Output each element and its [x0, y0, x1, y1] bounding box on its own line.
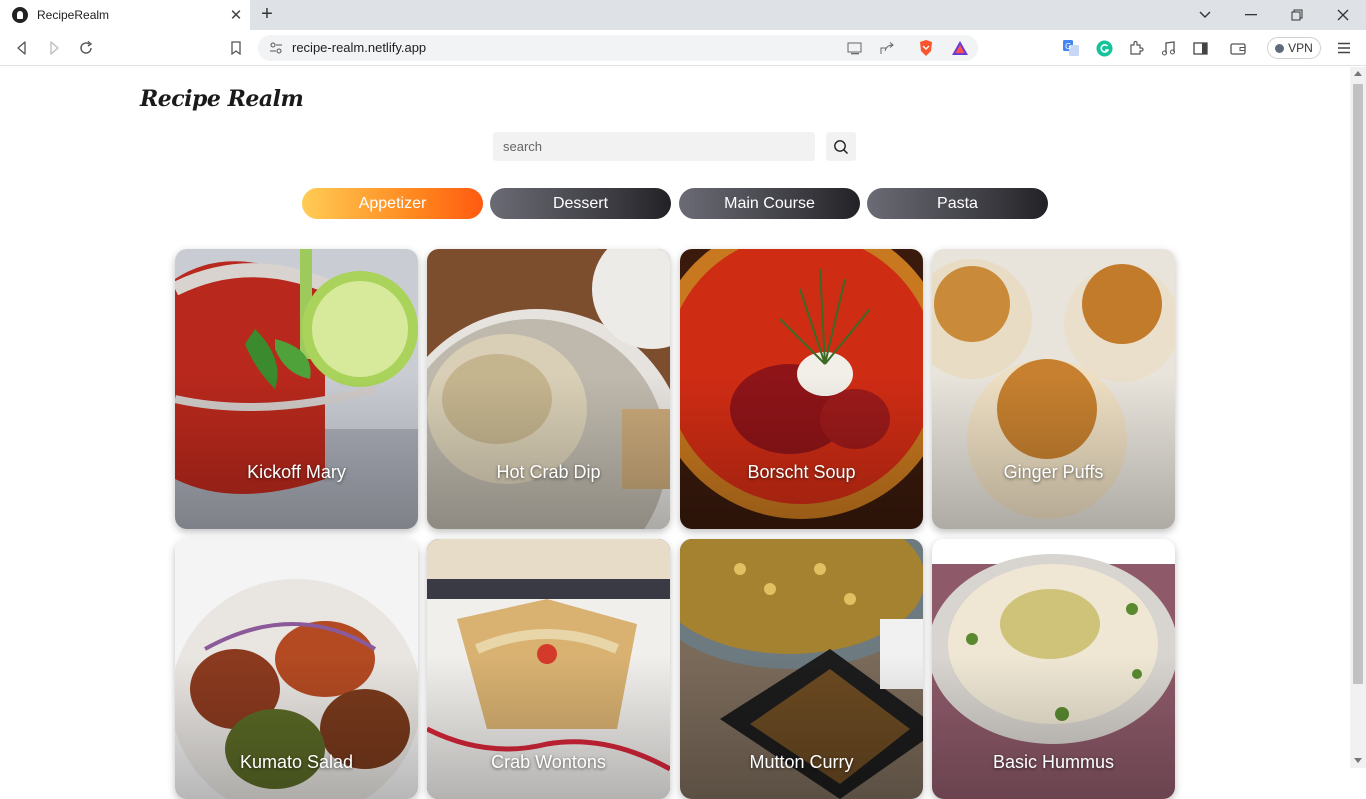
menu-icon[interactable] [1334, 38, 1354, 58]
recipe-card[interactable]: Basic Hummus [932, 539, 1175, 799]
new-tab-button[interactable]: + [255, 3, 279, 27]
translate-icon[interactable]: G [1061, 38, 1081, 58]
recipe-card[interactable]: Kumato Salad [175, 539, 418, 799]
forward-icon[interactable] [44, 38, 64, 58]
recipe-title: Ginger Puffs [1003, 462, 1104, 482]
vpn-label: VPN [1288, 41, 1313, 55]
card-overlay [427, 375, 670, 529]
recipe-card[interactable]: Borscht Soup [680, 249, 923, 529]
svg-text:G: G [1065, 42, 1071, 51]
search-input[interactable] [493, 132, 815, 161]
card-overlay [175, 656, 418, 799]
scroll-up-arrow-icon[interactable] [1354, 71, 1362, 76]
page-scrollbar[interactable] [1350, 67, 1366, 768]
card-overlay [175, 375, 418, 529]
recipe-card[interactable]: Mutton Curry [680, 539, 923, 799]
scroll-thumb[interactable] [1353, 84, 1363, 684]
recipe-card[interactable]: Kickoff Mary [175, 249, 418, 529]
category-pasta[interactable]: Pasta [867, 188, 1048, 219]
tab-title: RecipeRealm [37, 8, 110, 22]
restore-icon[interactable] [1274, 0, 1320, 30]
recipe-card[interactable]: Crab Wontons [427, 539, 670, 799]
recipe-title: Kumato Salad [239, 752, 354, 772]
recipe-title: Basic Hummus [992, 752, 1115, 772]
recipe-title: Crab Wontons [491, 752, 606, 772]
extensions-icon[interactable] [1126, 38, 1146, 58]
browser-tab[interactable]: RecipeRealm ✕ [0, 0, 250, 30]
share-icon[interactable] [877, 38, 897, 58]
card-overlay [932, 656, 1175, 799]
wallet-icon[interactable] [1228, 38, 1248, 58]
recipe-card[interactable]: Hot Crab Dip [427, 249, 670, 529]
site-logo[interactable]: Recipe Realm [140, 86, 304, 112]
cast-icon[interactable] [845, 38, 865, 58]
card-overlay [680, 656, 923, 799]
card-overlay [932, 375, 1175, 529]
category-dessert[interactable]: Dessert [490, 188, 671, 219]
close-tab-icon[interactable]: ✕ [222, 6, 250, 24]
grammarly-icon[interactable] [1094, 38, 1114, 58]
recipe-title: Borscht Soup [747, 462, 856, 482]
card-overlay [427, 656, 670, 799]
url-text: recipe-realm.netlify.app [292, 40, 427, 55]
tab-search-icon[interactable] [1182, 0, 1228, 30]
reload-icon[interactable] [76, 38, 96, 58]
vpn-button[interactable]: VPN [1267, 37, 1321, 59]
brave-rewards-icon[interactable] [950, 38, 970, 58]
search-icon [834, 139, 849, 154]
recipe-title: Mutton Curry [749, 752, 854, 772]
recipe-card[interactable]: Ginger Puffs [932, 249, 1175, 529]
recipe-title: Kickoff Mary [247, 462, 346, 482]
brave-shields-icon[interactable] [916, 38, 936, 58]
bookmark-icon[interactable] [226, 38, 246, 58]
category-appetizer[interactable]: Appetizer [302, 188, 483, 219]
vpn-status-icon [1275, 43, 1285, 53]
category-main-course[interactable]: Main Course [679, 188, 860, 219]
back-icon[interactable] [12, 38, 32, 58]
recipe-favicon-icon [12, 7, 28, 23]
scroll-down-arrow-icon[interactable] [1354, 758, 1362, 763]
site-settings-icon[interactable] [266, 38, 286, 58]
close-window-icon[interactable] [1320, 0, 1366, 30]
card-overlay [680, 375, 923, 529]
search-button[interactable] [826, 132, 856, 161]
tab-strip: RecipeRealm ✕ + [0, 0, 1366, 30]
minimize-icon[interactable] [1228, 0, 1274, 30]
sidebar-icon[interactable] [1190, 38, 1210, 58]
media-control-icon[interactable] [1158, 38, 1178, 58]
recipe-title: Hot Crab Dip [496, 462, 601, 482]
